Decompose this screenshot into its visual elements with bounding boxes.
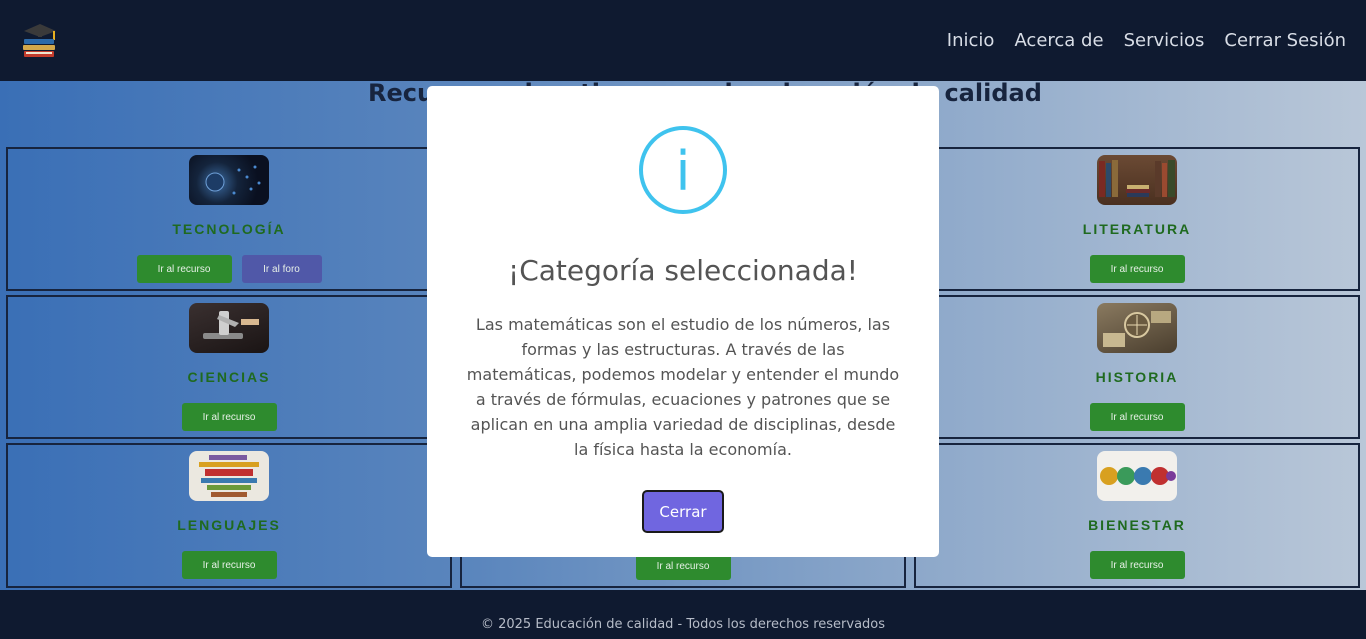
info-icon: i xyxy=(639,126,727,214)
close-button[interactable]: Cerrar xyxy=(642,490,724,533)
info-icon-glyph: i xyxy=(675,140,691,203)
modal-title: ¡Categoría seleccionada! xyxy=(508,254,858,287)
modal-text: Las matemáticas son el estudio de los nú… xyxy=(466,315,900,459)
category-modal: i ¡Categoría seleccionada! Las matemátic… xyxy=(427,86,939,557)
